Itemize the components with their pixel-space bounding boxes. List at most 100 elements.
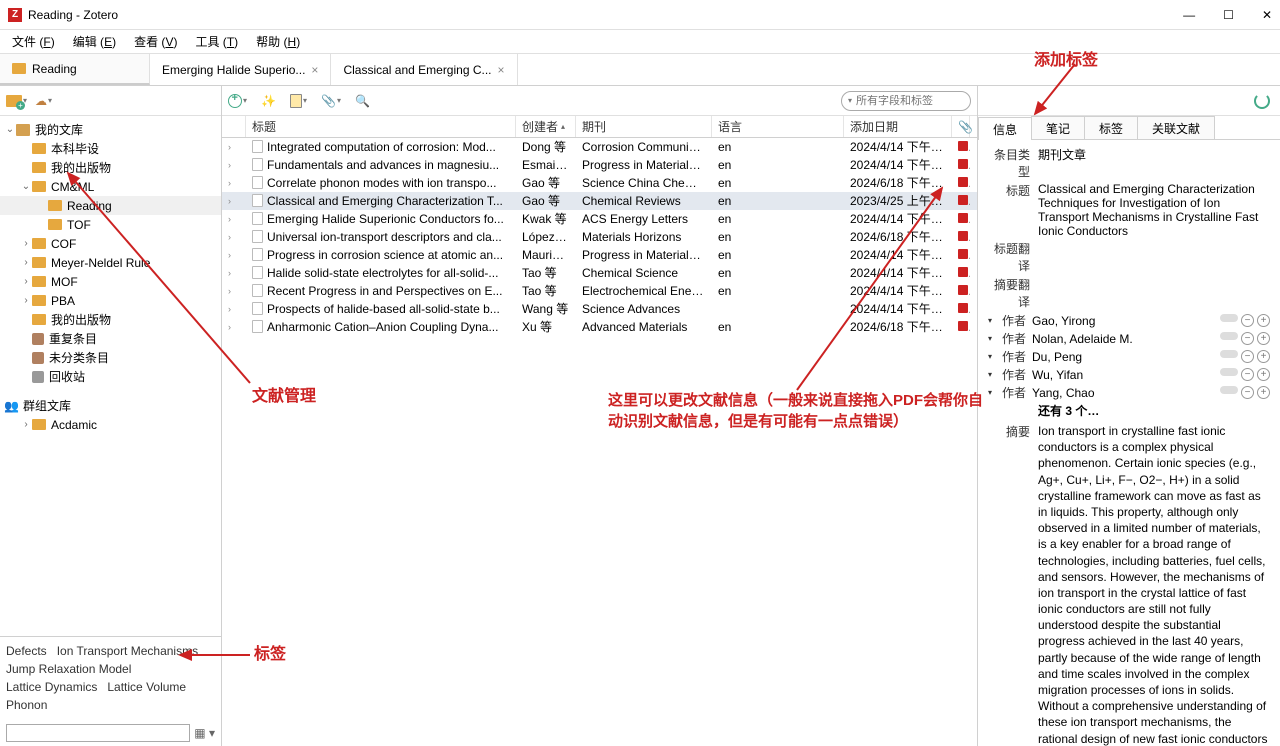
more-authors[interactable]: 还有 3 个… bbox=[1038, 402, 1099, 419]
tag-filter-input[interactable] bbox=[6, 724, 190, 742]
author-name[interactable]: Du, Peng bbox=[1032, 350, 1082, 364]
tag-item[interactable]: Lattice Volume bbox=[107, 680, 186, 694]
expand-icon[interactable]: › bbox=[228, 196, 238, 206]
collection-item[interactable]: TOF bbox=[0, 215, 221, 234]
column-journal[interactable]: 期刊 bbox=[576, 116, 712, 137]
column-date-added[interactable]: 添加日期 bbox=[844, 116, 952, 137]
author-mode-toggle[interactable] bbox=[1220, 386, 1238, 394]
item-row[interactable]: ›Prospects of halide-based all-solid-sta… bbox=[222, 300, 977, 318]
remove-author-button[interactable]: − bbox=[1241, 332, 1254, 345]
collection-item[interactable]: 未分类条目 bbox=[0, 348, 221, 367]
tab-tags[interactable]: 标签 bbox=[1084, 116, 1138, 139]
tab-library[interactable]: Reading bbox=[0, 54, 150, 85]
tab-info[interactable]: 信息 bbox=[978, 117, 1032, 140]
pdf-icon[interactable] bbox=[958, 321, 968, 331]
item-row[interactable]: ›Universal ion-transport descriptors and… bbox=[222, 228, 977, 246]
expand-icon[interactable]: › bbox=[228, 304, 238, 314]
pdf-icon[interactable] bbox=[958, 177, 968, 187]
chevron-down-icon[interactable]: ▾ bbox=[988, 352, 992, 361]
remove-author-button[interactable]: − bbox=[1241, 350, 1254, 363]
author-mode-toggle[interactable] bbox=[1220, 350, 1238, 358]
tag-item[interactable]: Phonon bbox=[6, 698, 47, 712]
item-row[interactable]: ›Progress in corrosion science at atomic… bbox=[222, 246, 977, 264]
group-item[interactable]: › Acdamic bbox=[0, 415, 221, 434]
author-row[interactable]: ▾作者Yang, Chao−+ bbox=[988, 384, 1270, 401]
pdf-icon[interactable] bbox=[958, 267, 968, 277]
minimize-button[interactable]: — bbox=[1183, 8, 1195, 22]
collection-item[interactable]: 我的出版物 bbox=[0, 310, 221, 329]
item-row[interactable]: ›Correlate phonon modes with ion transpo… bbox=[222, 174, 977, 192]
expand-icon[interactable]: › bbox=[228, 214, 238, 224]
author-row[interactable]: ▾作者Wu, Yifan−+ bbox=[988, 366, 1270, 383]
pdf-icon[interactable] bbox=[958, 195, 968, 205]
new-library-button[interactable]: ☁▾ bbox=[35, 94, 52, 108]
tag-item[interactable]: Lattice Dynamics bbox=[6, 680, 97, 694]
collection-item[interactable]: 回收站 bbox=[0, 367, 221, 386]
item-row[interactable]: ›Classical and Emerging Characterization… bbox=[222, 192, 977, 210]
author-row[interactable]: ▾作者Du, Peng−+ bbox=[988, 348, 1270, 365]
search-input[interactable] bbox=[856, 95, 964, 107]
item-row[interactable]: ›Halide solid-state electrolytes for all… bbox=[222, 264, 977, 282]
collection-item[interactable]: ⌄CM&ML bbox=[0, 177, 221, 196]
collection-item[interactable]: 我的出版物 bbox=[0, 158, 221, 177]
maximize-button[interactable]: ☐ bbox=[1223, 8, 1234, 22]
add-author-button[interactable]: + bbox=[1257, 368, 1270, 381]
expand-icon[interactable]: › bbox=[228, 232, 238, 242]
tab-notes[interactable]: 笔记 bbox=[1031, 116, 1085, 139]
pdf-icon[interactable] bbox=[958, 231, 968, 241]
close-icon[interactable]: × bbox=[311, 63, 318, 77]
collection-item[interactable]: 本科毕设 bbox=[0, 139, 221, 158]
add-author-button[interactable]: + bbox=[1257, 350, 1270, 363]
column-language[interactable]: 语言 bbox=[712, 116, 844, 137]
item-row[interactable]: ›Emerging Halide Superionic Conductors f… bbox=[222, 210, 977, 228]
item-type-value[interactable]: 期刊文章 bbox=[1038, 146, 1270, 163]
add-attachment-button[interactable]: 📎▾ bbox=[321, 94, 341, 108]
pdf-icon[interactable] bbox=[958, 141, 968, 151]
expand-icon[interactable]: › bbox=[228, 322, 238, 332]
chevron-down-icon[interactable]: ▾ bbox=[988, 316, 992, 325]
add-author-button[interactable]: + bbox=[1257, 386, 1270, 399]
author-mode-toggle[interactable] bbox=[1220, 314, 1238, 322]
item-row[interactable]: ›Integrated computation of corrosion: Mo… bbox=[222, 138, 977, 156]
menu-tools[interactable]: 工具 (T) bbox=[187, 31, 246, 52]
column-title[interactable]: 标题 bbox=[246, 116, 516, 137]
expand-icon[interactable]: › bbox=[228, 142, 238, 152]
tab-document-2[interactable]: Classical and Emerging C... × bbox=[331, 54, 517, 85]
new-note-button[interactable]: ▾ bbox=[290, 94, 307, 108]
item-row[interactable]: ›Fundamentals and advances in magnesiu..… bbox=[222, 156, 977, 174]
menu-view[interactable]: 查看 (V) bbox=[126, 31, 185, 52]
collection-item[interactable]: 重复条目 bbox=[0, 329, 221, 348]
expand-icon[interactable]: › bbox=[228, 250, 238, 260]
new-item-button[interactable]: ▾ bbox=[228, 94, 247, 108]
collection-item[interactable]: ›MOF bbox=[0, 272, 221, 291]
abstract-value[interactable]: Ion transport in crystalline fast ionic … bbox=[1038, 423, 1270, 746]
tag-item[interactable]: Jump Relaxation Model bbox=[6, 662, 131, 676]
author-row[interactable]: ▾作者Nolan, Adelaide M.−+ bbox=[988, 330, 1270, 347]
item-title-value[interactable]: Classical and Emerging Characterization … bbox=[1038, 182, 1270, 238]
sync-button[interactable] bbox=[1254, 93, 1270, 109]
tab-document-1[interactable]: Emerging Halide Superio... × bbox=[150, 54, 331, 85]
pdf-icon[interactable] bbox=[958, 303, 968, 313]
tab-related[interactable]: 关联文献 bbox=[1137, 116, 1215, 139]
expand-icon[interactable]: › bbox=[228, 160, 238, 170]
item-row[interactable]: ›Recent Progress in and Perspectives on … bbox=[222, 282, 977, 300]
tag-menu-button[interactable]: ▦ ▾ bbox=[194, 726, 215, 740]
column-expand[interactable] bbox=[222, 116, 246, 137]
remove-author-button[interactable]: − bbox=[1241, 386, 1254, 399]
close-button[interactable]: ✕ bbox=[1262, 8, 1272, 22]
close-icon[interactable]: × bbox=[498, 63, 505, 77]
add-author-button[interactable]: + bbox=[1257, 332, 1270, 345]
collection-item[interactable]: ›COF bbox=[0, 234, 221, 253]
author-name[interactable]: Yang, Chao bbox=[1032, 386, 1095, 400]
chevron-down-icon[interactable]: ▾ bbox=[988, 370, 992, 379]
expand-icon[interactable]: › bbox=[228, 286, 238, 296]
new-collection-button[interactable]: +▾ bbox=[6, 95, 27, 107]
collection-item[interactable]: ›Meyer-Neldel Rule bbox=[0, 253, 221, 272]
pdf-icon[interactable] bbox=[958, 213, 968, 223]
chevron-down-icon[interactable]: ▾ bbox=[988, 388, 992, 397]
collection-item[interactable]: Reading bbox=[0, 196, 221, 215]
menu-edit[interactable]: 编辑 (E) bbox=[65, 31, 124, 52]
pdf-icon[interactable] bbox=[958, 159, 968, 169]
menu-file[interactable]: 文件 (F) bbox=[4, 31, 63, 52]
author-mode-toggle[interactable] bbox=[1220, 368, 1238, 376]
